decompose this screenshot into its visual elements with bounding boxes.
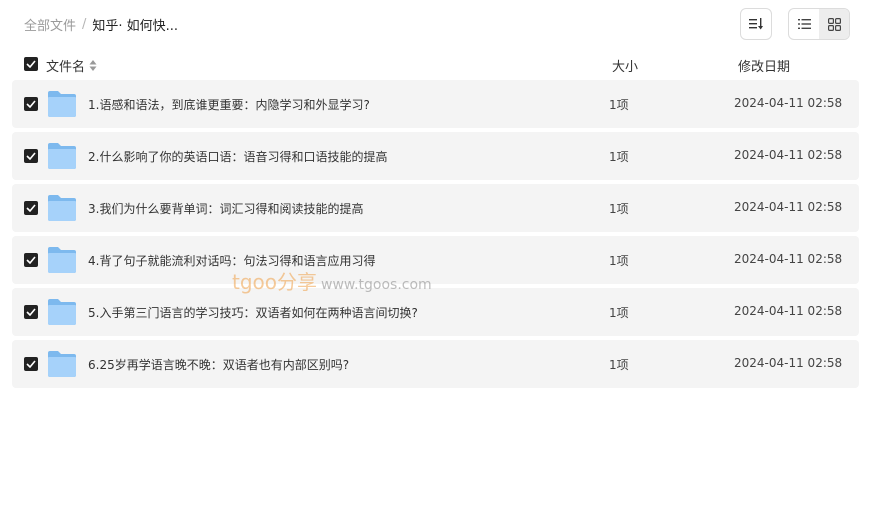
file-size: 1项 xyxy=(609,150,629,164)
column-name-header[interactable]: 文件名 xyxy=(46,56,97,75)
row-checkbox[interactable] xyxy=(24,97,38,111)
column-date-header: 修改日期 xyxy=(738,60,791,75)
folder-icon xyxy=(48,91,76,117)
folder-icon xyxy=(48,143,76,169)
row-checkbox[interactable] xyxy=(24,149,38,163)
grid-view-button[interactable] xyxy=(819,9,849,39)
row-checkbox[interactable] xyxy=(24,357,38,371)
file-name[interactable]: 5.入手第三门语言的学习技巧：双语者如何在两种语言间切换? xyxy=(88,304,418,321)
top-bar: 全部文件 / 知乎· 如何快... xyxy=(24,0,850,48)
check-icon xyxy=(26,360,36,368)
breadcrumb-current: 知乎· 如何快... xyxy=(92,19,179,34)
file-name[interactable]: 2.什么影响了你的英语口语：语音习得和口语技能的提高 xyxy=(88,148,387,165)
check-icon xyxy=(26,204,36,212)
file-list: 1.语感和语法，到底谁更重要：内隐学习和外显学习? 1项 2024-04-11 02… xyxy=(12,80,859,392)
file-size: 1项 xyxy=(609,358,629,372)
file-name[interactable]: 6.25岁再学语言晚不晚：双语者也有内部区别吗? xyxy=(88,356,349,373)
file-size: 1项 xyxy=(609,202,629,216)
file-date: 2024-04-11 02:58 xyxy=(734,356,843,370)
file-date: 2024-04-11 02:58 xyxy=(734,200,843,214)
breadcrumb-root-link[interactable]: 全部文件 xyxy=(24,15,76,34)
file-date: 2024-04-11 02:58 xyxy=(734,252,843,266)
file-name[interactable]: 1.语感和语法，到底谁更重要：内隐学习和外显学习? xyxy=(88,96,370,113)
file-size: 1项 xyxy=(609,254,629,268)
file-row[interactable]: 4.背了句子就能流利对话吗：句法习得和语言应用习得 1项 2024-04-11 02… xyxy=(12,236,859,284)
sort-icon xyxy=(749,18,763,30)
folder-icon xyxy=(48,247,76,273)
check-icon xyxy=(26,60,36,68)
file-size: 1项 xyxy=(609,306,629,320)
column-name-label: 文件名 xyxy=(46,60,86,75)
grid-view-icon xyxy=(827,17,841,31)
watermark: tgoo 分享 www.tgoos.com xyxy=(232,266,432,295)
file-name[interactable]: 3.我们为什么要背单词：词汇习得和阅读技能的提高 xyxy=(88,200,363,217)
watermark-share: 分享 xyxy=(277,270,318,294)
column-size-header: 大小 xyxy=(612,60,639,75)
row-checkbox[interactable] xyxy=(24,201,38,215)
check-icon xyxy=(26,100,36,108)
breadcrumb: 全部文件 / 知乎· 如何快... xyxy=(24,15,178,34)
sort-button[interactable] xyxy=(740,8,772,40)
file-row[interactable]: 3.我们为什么要背单词：词汇习得和阅读技能的提高 1项 2024-04-11 02:… xyxy=(12,184,859,232)
file-date: 2024-04-11 02:58 xyxy=(734,148,843,162)
select-all-checkbox[interactable] xyxy=(24,57,38,71)
list-view-button[interactable] xyxy=(789,9,819,39)
file-list-header: 文件名 大小 修改日期 xyxy=(12,48,859,80)
view-toggle xyxy=(788,8,850,40)
file-date: 2024-04-11 02:58 xyxy=(734,304,843,318)
breadcrumb-separator: / xyxy=(82,17,87,32)
list-view-icon xyxy=(797,19,811,29)
check-icon xyxy=(26,308,36,316)
sort-toggle-icon xyxy=(89,60,97,71)
file-row[interactable]: 6.25岁再学语言晚不晚：双语者也有内部区别吗? 1项 2024-04-11 02:… xyxy=(12,340,859,388)
check-icon xyxy=(26,152,36,160)
row-checkbox[interactable] xyxy=(24,305,38,319)
file-row[interactable]: 5.入手第三门语言的学习技巧：双语者如何在两种语言间切换? 1项 2024-04-1… xyxy=(12,288,859,336)
folder-icon xyxy=(48,195,76,221)
file-size: 1项 xyxy=(609,98,629,112)
watermark-brand: tgoo xyxy=(232,270,278,294)
watermark-url: www.tgoos.com xyxy=(321,277,432,293)
row-checkbox[interactable] xyxy=(24,253,38,267)
file-date: 2024-04-11 02:58 xyxy=(734,96,843,110)
folder-icon xyxy=(48,299,76,325)
file-row[interactable]: 1.语感和语法，到底谁更重要：内隐学习和外显学习? 1项 2024-04-11 02… xyxy=(12,80,859,128)
file-row[interactable]: 2.什么影响了你的英语口语：语音习得和口语技能的提高 1项 2024-04-11 0… xyxy=(12,132,859,180)
folder-icon xyxy=(48,351,76,377)
check-icon xyxy=(26,256,36,264)
